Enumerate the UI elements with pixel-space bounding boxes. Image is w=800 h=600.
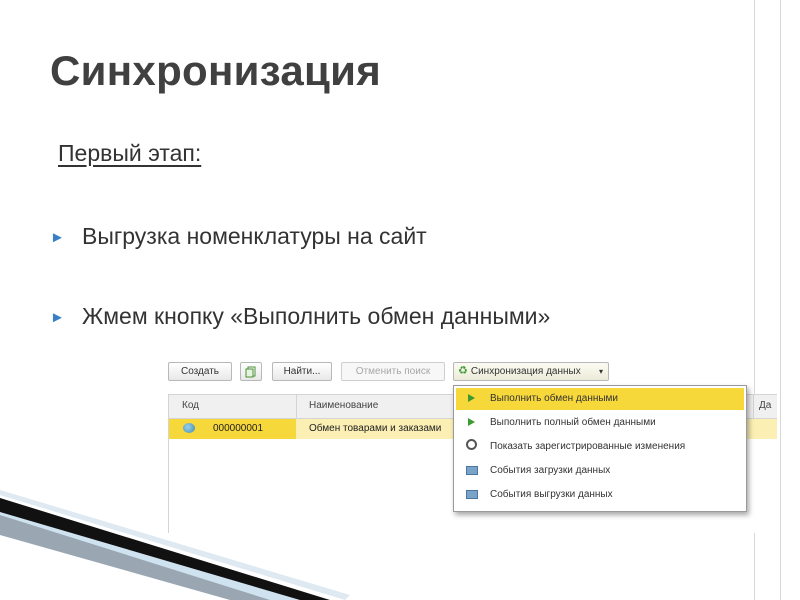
column-divider [753, 395, 754, 418]
menu-item-label: События выгрузки данных [490, 489, 613, 500]
menu-item-label: Выполнить обмен данными [490, 393, 619, 404]
copy-button[interactable] [240, 362, 262, 381]
menu-item-label: Показать зарегистрированные изменения [490, 441, 686, 452]
magnifier-icon [466, 439, 477, 450]
menu-item-run-full-exchange[interactable]: Выполнить полный обмен данными [456, 412, 744, 434]
menu-item-label: События загрузки данных [490, 465, 611, 476]
copy-icon [245, 366, 256, 378]
sync-data-button[interactable]: ♻ Синхронизация данных ▾ [453, 362, 609, 381]
exchange-node-icon [183, 423, 195, 433]
bullet-arrow-icon: ► [50, 229, 65, 246]
play-icon [468, 394, 475, 402]
journal-icon [466, 466, 478, 475]
column-header-name[interactable]: Наименование [309, 400, 378, 411]
frame-line-right [780, 0, 781, 600]
column-header-code[interactable]: Код [182, 400, 199, 411]
slide-subtitle: Первый этап: [58, 140, 202, 166]
cell-code: 000000001 [213, 423, 264, 434]
play-icon [468, 418, 475, 426]
sync-data-label: Синхронизация данных [470, 366, 581, 377]
bullet-item: ► Выгрузка номенклатуры на сайт [50, 223, 427, 250]
menu-item-show-changes[interactable]: Показать зарегистрированные изменения [456, 436, 744, 458]
cancel-search-button[interactable]: Отменить поиск [341, 362, 445, 381]
chevron-down-icon: ▾ [598, 367, 603, 376]
cell-name: Обмен товарами и заказами [309, 423, 442, 434]
journal-icon [466, 490, 478, 499]
bullet-arrow-icon: ► [50, 309, 65, 326]
exchange-list-screenshot: Создать Найти... Отменить поиск ♻ Синхрон… [166, 358, 777, 533]
column-divider [296, 395, 297, 418]
sync-icon: ♻ [458, 365, 468, 377]
sync-dropdown-menu: Выполнить обмен данными Выполнить полный… [453, 385, 747, 512]
column-header-date[interactable]: Да [759, 400, 771, 411]
menu-item-label: Выполнить полный обмен данными [490, 417, 656, 428]
menu-item-unload-events[interactable]: События выгрузки данных [456, 484, 744, 506]
create-button[interactable]: Создать [168, 362, 232, 381]
bullet-text: Жмем кнопку «Выполнить обмен данными» [82, 303, 551, 329]
slide-title: Синхронизация [50, 47, 382, 94]
bullet-text: Выгрузка номенклатуры на сайт [82, 223, 427, 249]
menu-item-load-events[interactable]: События загрузки данных [456, 460, 744, 482]
bullet-item: ► Жмем кнопку «Выполнить обмен данными» [50, 303, 550, 330]
find-button[interactable]: Найти... [272, 362, 332, 381]
menu-item-run-exchange[interactable]: Выполнить обмен данными [456, 388, 744, 410]
